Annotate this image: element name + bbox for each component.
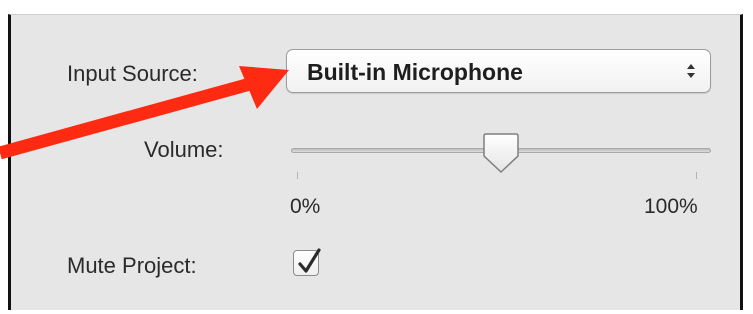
annotation-arrow — [0, 66, 289, 160]
